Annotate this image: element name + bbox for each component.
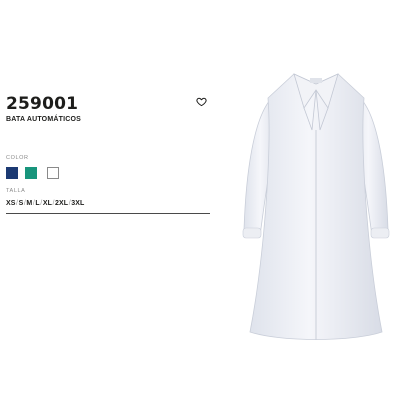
color-swatch-white[interactable] [47,167,59,179]
size-option-2xl[interactable]: 2XL [55,200,68,207]
divider [6,213,210,214]
color-swatch-navy[interactable] [6,167,18,179]
size-label: TALLA [6,188,26,194]
size-list: XS/S/M/L/XL/2XL/3XL [6,200,85,207]
size-option-xl[interactable]: XL [43,200,52,207]
lab-coat-image [242,73,390,340]
color-swatch-green[interactable] [25,167,37,179]
heart-outline-icon[interactable] [196,96,207,107]
size-option-3xl[interactable]: 3XL [71,200,84,207]
product-code: 259001 [6,94,79,114]
color-label: COLOR [6,155,29,161]
size-option-m[interactable]: M [26,200,32,207]
size-option-xs[interactable]: XS [6,200,16,207]
size-option-s[interactable]: S [19,200,24,207]
product-name: BATA AUTOMÁTICOS [6,116,82,123]
